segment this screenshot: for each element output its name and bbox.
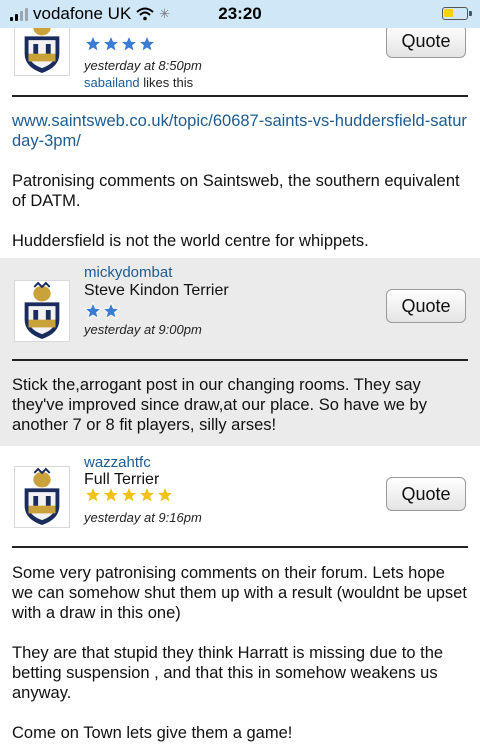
crest-icon bbox=[24, 281, 60, 339]
post-link[interactable]: www.saintsweb.co.uk/topic/60687-saints-v… bbox=[12, 111, 468, 151]
star-icon bbox=[138, 486, 156, 504]
likes-text: likes this bbox=[143, 75, 194, 90]
star-icon bbox=[120, 486, 138, 504]
likes-line: sabailand likes this bbox=[84, 75, 193, 90]
star-icon bbox=[138, 35, 156, 53]
star-icon bbox=[84, 35, 102, 53]
post-paragraph: They are that stupid they think Harratt … bbox=[12, 644, 444, 702]
star-icon bbox=[84, 302, 102, 320]
crest-icon bbox=[24, 467, 60, 525]
post-2: mickydombat Steve Kindon Terrier yesterd… bbox=[0, 258, 480, 446]
quote-button[interactable]: Quote bbox=[386, 477, 466, 511]
post-3: wazzahtfc Full Terrier yesterday at 9:16… bbox=[0, 446, 480, 750]
post-time: yesterday at 9:16pm bbox=[84, 510, 202, 525]
post-time: yesterday at 9:00pm bbox=[84, 322, 202, 337]
post-1-body: www.saintsweb.co.uk/topic/60687-saints-v… bbox=[12, 111, 468, 251]
post-paragraph: Stick the,arrogant post in our changing … bbox=[12, 376, 427, 434]
likes-user-link[interactable]: sabailand bbox=[84, 75, 140, 90]
star-icon bbox=[84, 486, 102, 504]
avatar[interactable] bbox=[14, 466, 70, 528]
quote-button[interactable]: Quote bbox=[386, 24, 466, 58]
divider bbox=[12, 546, 468, 548]
rating-stars bbox=[84, 302, 120, 320]
post-paragraph: Come on Town lets give them a game! bbox=[12, 724, 293, 742]
star-icon bbox=[102, 486, 120, 504]
rating-stars bbox=[84, 486, 174, 504]
star-icon bbox=[156, 486, 174, 504]
star-icon bbox=[120, 35, 138, 53]
user-title: Steve Kindon Terrier bbox=[84, 282, 229, 299]
post-paragraph: Some very patronising comments on their … bbox=[12, 564, 467, 622]
battery-icon bbox=[442, 7, 472, 20]
post-time: yesterday at 8:50pm bbox=[84, 58, 202, 73]
star-icon bbox=[102, 302, 120, 320]
post-paragraph: Huddersfield is not the world centre for… bbox=[12, 232, 369, 250]
rating-stars bbox=[84, 35, 156, 53]
clock: 23:20 bbox=[218, 4, 262, 23]
star-icon bbox=[102, 35, 120, 53]
username-link[interactable]: mickydombat bbox=[84, 264, 172, 281]
divider bbox=[12, 95, 468, 97]
post-paragraph: Patronising comments on Saintsweb, the s… bbox=[12, 172, 460, 210]
post-2-body: Stick the,arrogant post in our changing … bbox=[12, 375, 468, 435]
quote-button[interactable]: Quote bbox=[386, 289, 466, 323]
post-3-body: Some very patronising comments on their … bbox=[12, 563, 468, 743]
username-link[interactable]: wazzahtfc bbox=[84, 454, 151, 471]
status-bar: vodafone UK ✳ 23:20 bbox=[0, 0, 480, 28]
avatar[interactable] bbox=[14, 280, 70, 342]
divider bbox=[12, 359, 468, 361]
